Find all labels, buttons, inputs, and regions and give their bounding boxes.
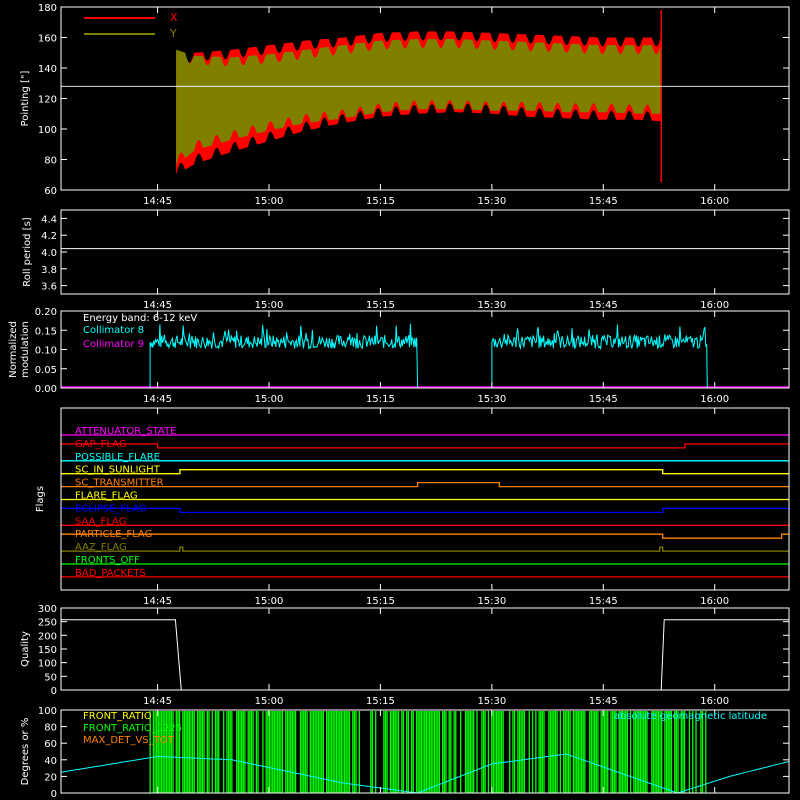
modulation-energy-band: Energy band: 6-12 keV <box>83 313 197 324</box>
flag-label-flare_flag: FLARE_FLAG <box>75 491 138 502</box>
quality-ytick-label: 250 <box>38 618 57 629</box>
legend-collimator9: Collimator 9 <box>83 339 144 350</box>
flag-label-bad_packets: BAD_PACKETS <box>75 568 146 579</box>
pointing-xtick-label: 15:15 <box>366 196 395 207</box>
pointing-ytick-label: 80 <box>44 156 57 167</box>
quality-xtick-label: 16:00 <box>700 696 729 707</box>
legend-x-label: X <box>170 11 178 24</box>
flags-xtick-label: 15:15 <box>366 596 395 607</box>
roll-xtick-label: 14:45 <box>143 300 172 311</box>
roll-ytick-label: 4.0 <box>41 248 57 259</box>
modulation-xtick-label: 16:00 <box>700 394 729 405</box>
quality-ytick-label: 200 <box>38 631 57 642</box>
quality-ytick-label: 300 <box>38 604 57 615</box>
flags-xtick-label: 15:45 <box>589 596 618 607</box>
flags-xtick-label: 16:00 <box>700 596 729 607</box>
roll-xtick-label: 15:45 <box>589 300 618 311</box>
flag-label-sc_in_sunlight: SC_IN_SUNLIGHT <box>75 465 161 476</box>
quality-ytick-label: 50 <box>44 672 57 683</box>
pointing-ytick-label: 60 <box>44 186 57 197</box>
roll-xtick-label: 15:30 <box>477 300 506 311</box>
flag-label-sc_transmitter: SC_TRANSMITTER <box>75 478 164 489</box>
legend-front-ratio: FRONT_RATIO <box>83 711 152 722</box>
modulation-xtick-label: 14:45 <box>143 394 172 405</box>
flag-label-possible_flare: POSSIBLE_FLARE <box>75 452 160 463</box>
flags-xtick-label: 14:45 <box>143 596 172 607</box>
modulation-xtick-label: 15:30 <box>477 394 506 405</box>
rhessi-summary-chart: 60 80 100 120 140 160 180 14:45 15:00 15:15 15:30 1… <box>0 0 800 800</box>
quality-ylabel: Quality <box>20 631 31 667</box>
pointing-xtick-label: 14:45 <box>143 196 172 207</box>
legend-y-label: Y <box>169 27 177 40</box>
flag-label-particle_flag: PARTICLE_FLAG <box>75 529 152 540</box>
ratios-ytick-label: 100 <box>38 706 57 717</box>
roll-ytick-label: 4.4 <box>41 214 57 225</box>
quality-xtick-label: 14:45 <box>143 696 172 707</box>
flag-label-attenuator_state: ATTENUATOR_STATE <box>75 426 176 437</box>
modulation-ylabel-2: modulation <box>20 321 31 378</box>
ratios-ylabel: Degrees or % <box>20 718 31 786</box>
flag-label-eclipse_flag: ECLIPSE_FLAG <box>75 503 146 514</box>
roll-xtick-label: 15:00 <box>255 300 284 311</box>
pointing-ytick-label: 100 <box>38 125 57 136</box>
pointing-ytick-label: 160 <box>38 34 57 45</box>
roll-xtick-label: 15:15 <box>366 300 395 311</box>
pointing-ytick-label: 180 <box>38 3 57 14</box>
flag-label-saa_flag: SAA_FLAG <box>75 516 126 527</box>
roll-ylabel: Roll period [s] <box>22 217 33 286</box>
modulation-ylabel-1: Normalized <box>8 321 19 378</box>
flag-label-gap_flag: GAP_FLAG <box>75 439 127 450</box>
flag-label-fronts_off: FRONTS_OFF <box>75 555 140 566</box>
legend-collimator8: Collimator 8 <box>83 325 144 336</box>
pointing-xtick-label: 16:00 <box>700 196 729 207</box>
modulation-ytick-label: 0.05 <box>35 365 57 376</box>
ratios-ytick-label: 60 <box>44 739 57 750</box>
legend-front-ratio-1225: FRONT_RATIO_1225 <box>83 723 182 734</box>
modulation-xtick-label: 15:15 <box>366 394 395 405</box>
legend-max-det-vs-tot: MAX_DET_VS_TOT <box>83 735 175 746</box>
flags-xtick-label: 15:00 <box>255 596 284 607</box>
roll-ytick-label: 4.2 <box>41 231 57 242</box>
quality-ytick-label: 0 <box>51 686 57 697</box>
flags-ylabel: Flags <box>35 486 46 512</box>
modulation-xtick-label: 15:00 <box>255 394 284 405</box>
quality-ytick-label: 100 <box>38 659 57 670</box>
quality-xtick-label: 15:30 <box>477 696 506 707</box>
modulation-ytick-label: 0.15 <box>35 326 57 337</box>
quality-ytick-label: 150 <box>38 645 57 656</box>
flags-xtick-label: 15:30 <box>477 596 506 607</box>
modulation-ytick-label: 0.00 <box>35 384 57 395</box>
ratios-ytick-label: 20 <box>44 772 57 783</box>
pointing-xtick-label: 15:45 <box>589 196 618 207</box>
pointing-ylabel: Pointing ["] <box>20 70 31 126</box>
legend-geomagnetic-latitude: absolute geomagnetic latitude <box>614 711 767 722</box>
quality-xtick-label: 15:15 <box>366 696 395 707</box>
pointing-ytick-label: 120 <box>38 95 57 106</box>
ratios-ytick-label: 80 <box>44 723 57 734</box>
quality-xtick-label: 15:00 <box>255 696 284 707</box>
roll-xtick-label: 16:00 <box>700 300 729 311</box>
quality-xtick-label: 15:45 <box>589 696 618 707</box>
pointing-ytick-label: 140 <box>38 64 57 75</box>
roll-ytick-label: 3.6 <box>41 282 57 293</box>
pointing-xtick-label: 15:00 <box>255 196 284 207</box>
modulation-xtick-label: 15:45 <box>589 394 618 405</box>
flag-label-aaz_flag: AAZ_FLAG <box>75 542 127 553</box>
modulation-ytick-label: 0.10 <box>35 346 57 357</box>
modulation-ytick-label: 0.20 <box>35 307 57 318</box>
pointing-xtick-label: 15:30 <box>477 196 506 207</box>
ratios-ytick-label: 40 <box>44 756 57 767</box>
roll-ytick-label: 3.8 <box>41 265 57 276</box>
ratios-ytick-label: 0 <box>51 789 57 800</box>
